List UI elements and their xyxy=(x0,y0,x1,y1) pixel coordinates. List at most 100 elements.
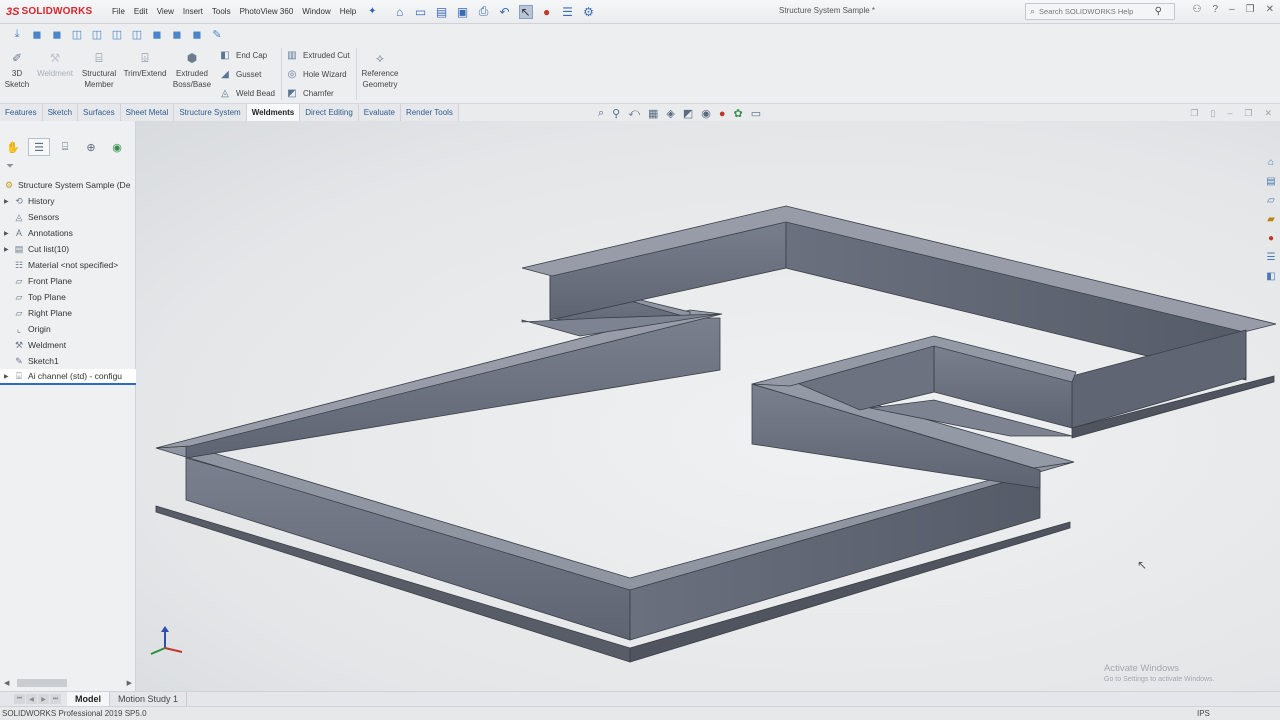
help-question-icon[interactable]: ? xyxy=(1213,4,1219,15)
menu-tools[interactable]: Tools xyxy=(212,7,231,16)
tab-weldments[interactable]: Weldments xyxy=(246,104,301,121)
weld-bead-button[interactable]: ◬ Weld Bead xyxy=(219,86,275,101)
close-icon[interactable]: ✕ xyxy=(1266,4,1274,15)
solidworks-logo[interactable]: 3S SOLIDWORKS xyxy=(0,6,104,18)
zoom-to-area-icon[interactable]: ⚲ xyxy=(612,107,620,120)
user-icon[interactable]: ⚇ xyxy=(1193,4,1202,15)
viewport-minimize-icon[interactable]: – xyxy=(1227,108,1232,119)
cube-icon-9[interactable]: ◼ xyxy=(190,27,204,41)
custom-properties-icon[interactable]: ☰ xyxy=(1264,251,1278,264)
property-manager-tab-icon[interactable]: ☰ xyxy=(28,138,50,156)
tab-evaluate[interactable]: Evaluate xyxy=(358,104,401,121)
print-icon[interactable]: ⎙ xyxy=(477,4,491,19)
hole-wizard-button[interactable]: ◎ Hole Wizard xyxy=(286,67,347,82)
cube-icon-3[interactable]: ◫ xyxy=(70,27,84,41)
resources-home-icon[interactable]: ⌂ xyxy=(1264,156,1278,169)
last-tab-icon[interactable]: ⏭ xyxy=(50,694,61,704)
tab-render-tools[interactable]: Render Tools xyxy=(400,104,459,121)
restore-icon[interactable]: ❐ xyxy=(1246,4,1255,15)
help-search-box[interactable]: ⌕ Search SOLIDWORKS Help ⚲ xyxy=(1025,3,1175,20)
tree-item-annotations[interactable]: ▶ A Annotations xyxy=(0,225,136,241)
units-indicator[interactable]: IPS xyxy=(1197,709,1210,718)
search-library-icon[interactable]: ▰ xyxy=(1264,213,1278,226)
chamfer-button[interactable]: ◩ Chamfer xyxy=(286,86,333,101)
viewport-split-icon[interactable]: ▯ xyxy=(1210,108,1215,119)
tree-item-material[interactable]: ☷ Material <not specified> xyxy=(0,257,136,273)
tab-structure-system[interactable]: Structure System xyxy=(174,104,247,121)
file-properties-icon[interactable]: ☰ xyxy=(561,5,575,19)
scene-icon[interactable]: ✿ xyxy=(734,107,743,120)
panel-horizontal-scrollbar[interactable]: ◀ ▶ xyxy=(4,676,132,690)
section-view-icon[interactable]: ▦ xyxy=(648,107,658,120)
gusset-button[interactable]: ◢ Gusset xyxy=(219,67,261,82)
hide-show-icon[interactable]: ◉ xyxy=(701,107,711,120)
cube-icon-6[interactable]: ◫ xyxy=(130,27,144,41)
tab-sheet-metal[interactable]: Sheet Metal xyxy=(120,104,175,121)
viewport-maximize-icon[interactable]: ❐ xyxy=(1244,108,1252,119)
select-icon[interactable]: ↖ xyxy=(518,4,533,19)
search-magnifier-icon[interactable]: ⚲ xyxy=(1155,6,1162,17)
open-icon[interactable]: ▤ xyxy=(435,5,449,19)
trim-extend-button[interactable]: ⌹ Trim/Extend xyxy=(122,50,168,79)
tree-item-sketch1[interactable]: ✎ Sketch1 xyxy=(0,353,136,369)
tab-model[interactable]: Model xyxy=(67,691,110,707)
viewport-close-icon[interactable]: ✕ xyxy=(1264,108,1272,119)
zoom-to-fit-icon[interactable]: ⌕ xyxy=(598,107,604,120)
insert-component-icon[interactable]: ⤓ xyxy=(10,27,24,41)
tab-sketch[interactable]: Sketch xyxy=(42,104,79,121)
scroll-right-icon[interactable]: ▶ xyxy=(127,679,132,687)
tab-features[interactable]: Features xyxy=(0,104,43,121)
tree-item-top-plane[interactable]: ▱ Top Plane xyxy=(0,289,136,305)
tree-item-history[interactable]: ▶ ⟲ History xyxy=(0,193,136,209)
menu-edit[interactable]: Edit xyxy=(134,7,148,16)
first-tab-icon[interactable]: ⏮ xyxy=(14,694,25,704)
cube-icon-1[interactable]: ◼ xyxy=(30,27,44,41)
tree-root[interactable]: ⚙ Structure System Sample (De xyxy=(0,177,136,193)
tree-item-weldment[interactable]: ⚒ Weldment xyxy=(0,337,136,353)
expand-arrow-icon[interactable]: ▶ xyxy=(4,230,13,237)
tree-item-sensors[interactable]: ◬ Sensors xyxy=(0,209,136,225)
file-explorer-icon[interactable]: ▱ xyxy=(1264,194,1278,207)
tab-surfaces[interactable]: Surfaces xyxy=(78,104,121,121)
weldment-button[interactable]: ⚒ Weldment xyxy=(34,50,76,79)
end-cap-button[interactable]: ◧ End Cap xyxy=(219,48,267,63)
view-orientation-icon[interactable]: ◈ xyxy=(666,107,674,120)
next-tab-icon[interactable]: ▶ xyxy=(38,694,49,704)
expand-arrow-icon[interactable]: ▶ xyxy=(4,373,13,380)
tab-direct-editing[interactable]: Direct Editing xyxy=(300,104,359,121)
previous-view-icon[interactable]: ⤺ xyxy=(628,107,640,120)
dimxpert-tab-icon[interactable]: ⊕ xyxy=(80,138,102,156)
minimize-icon[interactable]: – xyxy=(1229,4,1235,15)
expand-arrow-icon[interactable]: ▶ xyxy=(4,246,13,253)
pin-icon[interactable]: ✦ xyxy=(368,6,376,17)
appearance-icon[interactable]: ● xyxy=(719,108,726,120)
menu-help[interactable]: Help xyxy=(340,7,356,16)
cube-icon-4[interactable]: ◫ xyxy=(90,27,104,41)
scroll-thumb[interactable] xyxy=(17,679,67,687)
new-document-icon[interactable]: ▭ xyxy=(414,5,428,19)
tree-item-ai-channel[interactable]: ▶ ⌸ Ai channel (std) - configu xyxy=(0,369,136,385)
menu-view[interactable]: View xyxy=(157,7,174,16)
expand-arrow-icon[interactable]: ▶ xyxy=(4,198,13,205)
home-icon[interactable]: ⌂ xyxy=(393,5,407,19)
sketch-tool-icon[interactable]: ✎ xyxy=(210,27,224,41)
design-library-icon[interactable]: ▤ xyxy=(1264,175,1278,188)
display-style-icon[interactable]: ◩ xyxy=(683,107,693,120)
rebuild-icon[interactable]: ● xyxy=(540,5,554,19)
tree-item-origin[interactable]: ⌞ Origin xyxy=(0,321,136,337)
undo-icon[interactable]: ↶ xyxy=(498,5,512,19)
reference-geometry-button[interactable]: ⟡ Reference Geometry xyxy=(360,50,400,90)
appearances-icon[interactable]: ● xyxy=(1264,232,1278,245)
graphics-viewport[interactable] xyxy=(136,121,1280,691)
scroll-left-icon[interactable]: ◀ xyxy=(4,679,9,687)
sketch3d-button[interactable]: ✐ 3D Sketch xyxy=(4,50,30,90)
cube-icon-8[interactable]: ◼ xyxy=(170,27,184,41)
viewport-restore-icon[interactable]: ❐ xyxy=(1190,108,1198,119)
view-settings-icon[interactable]: ▭ xyxy=(751,107,761,120)
menu-window[interactable]: Window xyxy=(302,7,330,16)
help-search-input[interactable]: Search SOLIDWORKS Help xyxy=(1039,7,1133,16)
menu-photoview[interactable]: PhotoView 360 xyxy=(240,7,294,16)
options-gear-icon[interactable]: ⚙ xyxy=(582,5,596,19)
save-icon[interactable]: ▣ xyxy=(456,5,470,19)
cube-icon-7[interactable]: ◼ xyxy=(150,27,164,41)
